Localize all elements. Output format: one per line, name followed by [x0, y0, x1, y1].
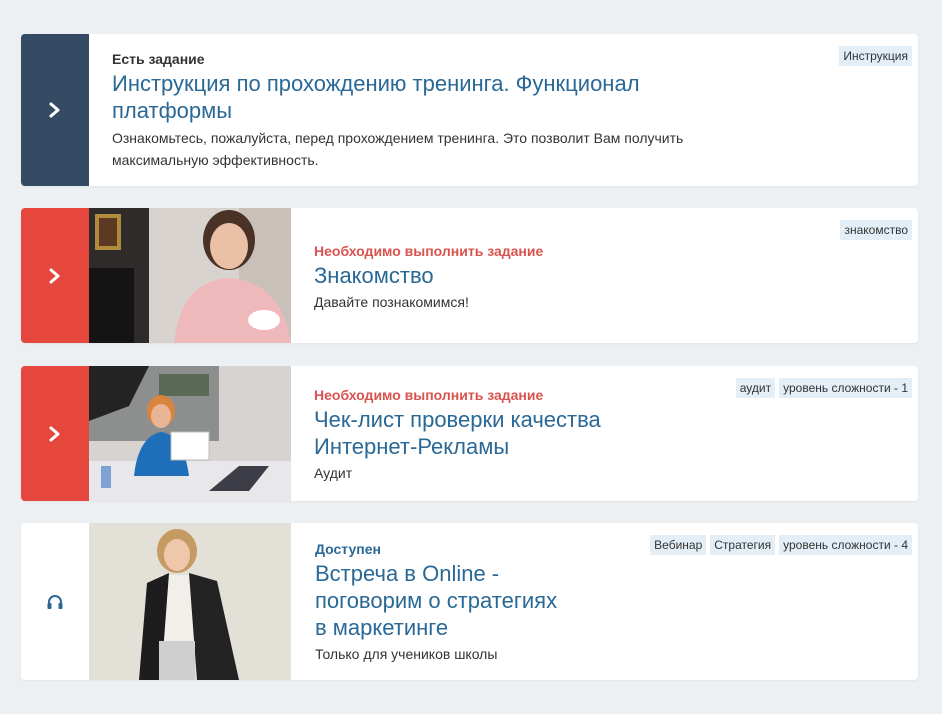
task-title-line: поговорим о стратегиях: [315, 588, 558, 613]
tag-list: Инструкция: [839, 46, 912, 66]
task-description-line: Давайте познакомимся!: [314, 294, 469, 310]
headphones-icon: [47, 594, 63, 609]
card-content: Необходимо выполнить задание Чек-лист пр…: [314, 386, 918, 484]
task-description: Только для учеников школы: [315, 643, 918, 665]
task-card-checklist[interactable]: Необходимо выполнить задание Чек-лист пр…: [21, 366, 918, 501]
task-status: Необходимо выполнить задание: [314, 243, 544, 259]
task-title-line: Интернет-Рекламы: [314, 434, 510, 459]
task-title-line: Знакомство: [314, 263, 434, 288]
task-description-line: максимальную эффективность.: [112, 152, 319, 168]
card-thumbnail-image: [89, 523, 291, 680]
card-side-panel[interactable]: [21, 208, 89, 343]
tag[interactable]: аудит: [735, 378, 776, 398]
tag[interactable]: Вебинар: [650, 535, 707, 555]
tag[interactable]: знакомство: [840, 220, 912, 240]
card-side-panel[interactable]: [21, 34, 89, 186]
task-description: Давайте познакомимся!: [314, 291, 918, 313]
task-description-line: Только для учеников школы: [315, 646, 498, 662]
card-content: Есть задание Инструкция по прохождению т…: [112, 50, 918, 171]
task-title[interactable]: Встреча в Online - поговорим о стратегия…: [315, 560, 918, 641]
chevron-right-icon: [49, 268, 60, 283]
tag[interactable]: Стратегия: [710, 535, 776, 555]
chevron-right-icon: [49, 426, 60, 441]
tag[interactable]: уровень сложности - 4: [779, 535, 912, 555]
card-thumbnail-image: [89, 366, 291, 501]
task-title-line: Инструкция по прохождению тренинга. Функ…: [112, 71, 640, 96]
task-card-instruction[interactable]: Есть задание Инструкция по прохождению т…: [21, 34, 918, 186]
task-title-line: Встреча в Online -: [315, 561, 500, 586]
card-content: Доступен Встреча в Online - поговорим о …: [315, 540, 918, 665]
task-title-line: платформы: [112, 98, 233, 123]
card-side-panel[interactable]: [21, 523, 89, 680]
tag[interactable]: уровень сложности - 1: [779, 378, 912, 398]
tag-list: Вебинар Стратегия уровень сложности - 4: [650, 535, 912, 555]
task-description-line: Ознакомьтесь, пожалуйста, перед прохожде…: [112, 130, 684, 146]
tag-list: знакомство: [840, 220, 912, 240]
task-title[interactable]: Чек-лист проверки качества Интернет-Рекл…: [314, 406, 918, 460]
card-side-panel[interactable]: [21, 366, 89, 501]
task-description: Аудит: [314, 462, 918, 484]
task-status: Есть задание: [112, 51, 205, 67]
task-description: Ознакомьтесь, пожалуйста, перед прохожде…: [112, 127, 918, 171]
tag-list: аудит уровень сложности - 1: [735, 378, 912, 398]
task-title[interactable]: Инструкция по прохождению тренинга. Функ…: [112, 70, 918, 124]
task-title[interactable]: Знакомство: [314, 262, 918, 289]
card-content: Необходимо выполнить задание Знакомство …: [314, 242, 918, 313]
task-description-line: Аудит: [314, 465, 353, 481]
task-title-line: в маркетинге: [315, 615, 449, 640]
task-title-line: Чек-лист проверки качества: [314, 407, 601, 432]
card-thumbnail-image: [89, 208, 291, 343]
tag[interactable]: Инструкция: [839, 46, 912, 66]
task-card-acquaintance[interactable]: Необходимо выполнить задание Знакомство …: [21, 208, 918, 343]
task-card-webinar[interactable]: Доступен Встреча в Online - поговорим о …: [21, 523, 918, 680]
chevron-right-icon: [49, 102, 60, 118]
